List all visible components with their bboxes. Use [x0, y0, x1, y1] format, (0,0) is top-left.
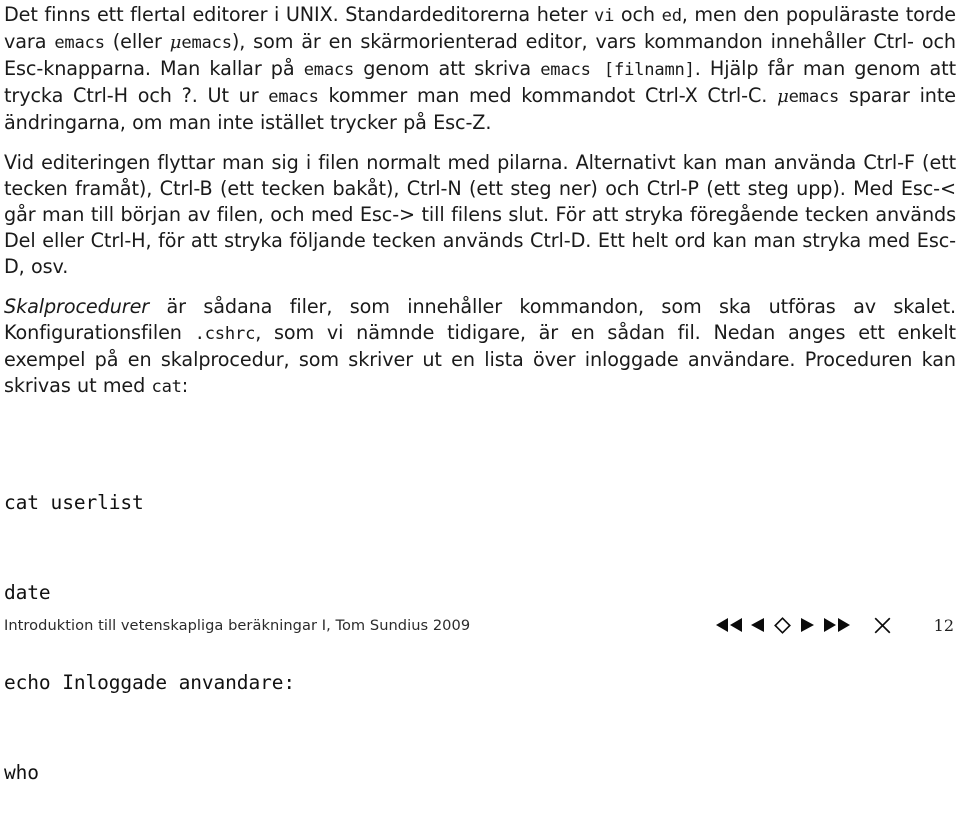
- page-number: 12: [933, 615, 954, 635]
- last-slide-icon[interactable]: [820, 617, 854, 633]
- inline-code-emacs: emacs: [54, 33, 105, 53]
- text-run: Vid editeringen flyttar man sig i filen …: [4, 151, 956, 278]
- inline-code-cat: cat: [151, 377, 182, 397]
- home-slide-diamond-icon[interactable]: [770, 616, 794, 634]
- inline-code-emacs-3: emacs: [268, 87, 319, 107]
- code-line: who: [4, 761, 39, 784]
- text-run: kommer man med kommandot Ctrl-X Ctrl-C.: [318, 84, 778, 107]
- code-line: date: [4, 581, 51, 604]
- paragraph-navigation-keys: Vid editeringen flyttar man sig i filen …: [4, 150, 956, 280]
- code-line: cat userlist: [4, 491, 144, 514]
- first-slide-icon[interactable]: [713, 617, 744, 633]
- text-run: och: [614, 3, 662, 26]
- previous-slide-icon[interactable]: [744, 617, 770, 633]
- slide-navigation-bar[interactable]: 12: [713, 614, 956, 636]
- text-run: genom att skriva: [354, 57, 541, 80]
- mu-symbol-2: μ: [777, 86, 789, 107]
- slide-content: Det finns ett flertal editorer i UNIX. S…: [4, 2, 956, 400]
- close-icon[interactable]: [854, 616, 910, 635]
- inline-code-cshrc: .cshrc: [194, 324, 256, 344]
- code-line: echo Inloggade anvandare:: [4, 671, 295, 694]
- inline-code-vi: vi: [594, 6, 615, 26]
- next-slide-icon[interactable]: [794, 617, 820, 633]
- slide-footer: Introduktion till vetenskapliga beräknin…: [0, 606, 960, 640]
- inline-code-uemacs: emacs: [181, 33, 232, 53]
- paragraph-editors: Det finns ett flertal editorer i UNIX. S…: [4, 2, 956, 136]
- emphasis-skalprocedurer: Skalprocedurer: [4, 295, 150, 318]
- text-run: :: [181, 374, 189, 397]
- inline-code-emacs-filnamn: emacs [filnamn]: [540, 60, 695, 80]
- paragraph-shell-scripts: Skalprocedurer är sådana filer, som inne…: [4, 294, 956, 400]
- mu-symbol: μ: [169, 32, 182, 53]
- inline-code-ed: ed: [661, 6, 682, 26]
- inline-code-uemacs-2: emacs: [788, 87, 840, 107]
- text-run: Det finns ett flertal editorer i UNIX. S…: [4, 3, 595, 26]
- inline-code-emacs-2: emacs: [303, 60, 355, 80]
- text-run: (eller: [104, 30, 170, 53]
- footer-attribution: Introduktion till vetenskapliga beräknin…: [4, 617, 471, 634]
